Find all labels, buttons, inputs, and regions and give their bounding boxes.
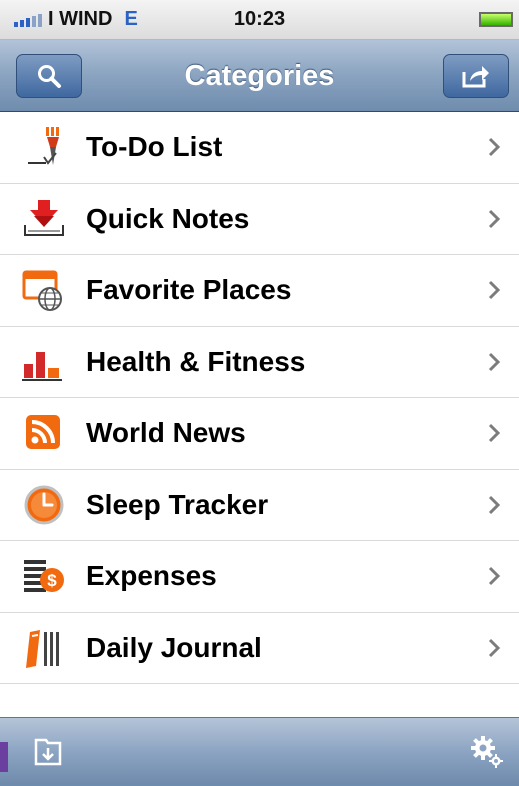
chevron-right-icon — [488, 209, 501, 228]
category-label: To-Do List — [86, 131, 223, 163]
clock-icon — [16, 479, 72, 531]
page-title: Categories — [184, 60, 335, 92]
chevron-right-icon — [488, 352, 501, 371]
expenses-icon: $ — [16, 550, 72, 602]
settings-button[interactable] — [467, 732, 507, 772]
toolbar-edge-accent — [0, 742, 8, 772]
category-row-todo-list[interactable]: To-Do List — [0, 112, 519, 184]
journal-icon — [16, 622, 72, 674]
category-row-daily-journal[interactable]: Daily Journal — [0, 613, 519, 684]
settings-gears-icon — [471, 736, 503, 768]
chevron-right-icon — [488, 138, 501, 157]
chevron-right-icon — [488, 638, 501, 657]
category-row-world-news[interactable]: World News — [0, 398, 519, 470]
chevron-right-icon — [488, 281, 501, 300]
network-type: E — [124, 8, 138, 30]
import-button[interactable] — [28, 732, 68, 772]
status-bar: I WIND E 10:23 — [0, 0, 519, 40]
category-row-health-fitness[interactable]: Health & Fitness — [0, 327, 519, 398]
category-label: World News — [86, 417, 246, 449]
signal-strength-icon — [14, 13, 42, 27]
bottom-toolbar — [0, 717, 519, 786]
rss-icon — [16, 407, 72, 459]
carrier-name: I WIND — [48, 8, 113, 30]
category-label: Favorite Places — [86, 274, 292, 306]
category-row-quick-notes[interactable]: Quick Notes — [0, 184, 519, 255]
todo-list-icon — [16, 121, 72, 173]
chevron-right-icon — [488, 567, 501, 586]
chevron-right-icon — [488, 424, 501, 443]
category-row-sleep-tracker[interactable]: Sleep Tracker — [0, 470, 519, 541]
category-row-favorite-places[interactable]: Favorite Places — [0, 255, 519, 327]
share-button[interactable] — [443, 54, 509, 98]
favorite-places-icon — [16, 264, 72, 316]
category-label: Health & Fitness — [86, 345, 306, 377]
battery-icon — [479, 12, 513, 27]
share-icon — [462, 66, 489, 88]
category-label: Daily Journal — [86, 631, 262, 663]
category-label: Sleep Tracker — [86, 488, 269, 520]
import-folder-icon — [34, 738, 62, 766]
categories-list: To-Do List Quick Notes Favorite Places H… — [0, 112, 519, 684]
svg-text:$: $ — [47, 571, 57, 590]
chevron-right-icon — [488, 495, 501, 514]
navigation-bar: Categories — [0, 40, 519, 112]
health-fitness-icon — [16, 336, 72, 388]
category-label: Quick Notes — [86, 202, 250, 234]
category-row-expenses[interactable]: $ Expenses — [0, 541, 519, 613]
category-label: Expenses — [86, 560, 217, 592]
quick-notes-icon — [16, 193, 72, 245]
